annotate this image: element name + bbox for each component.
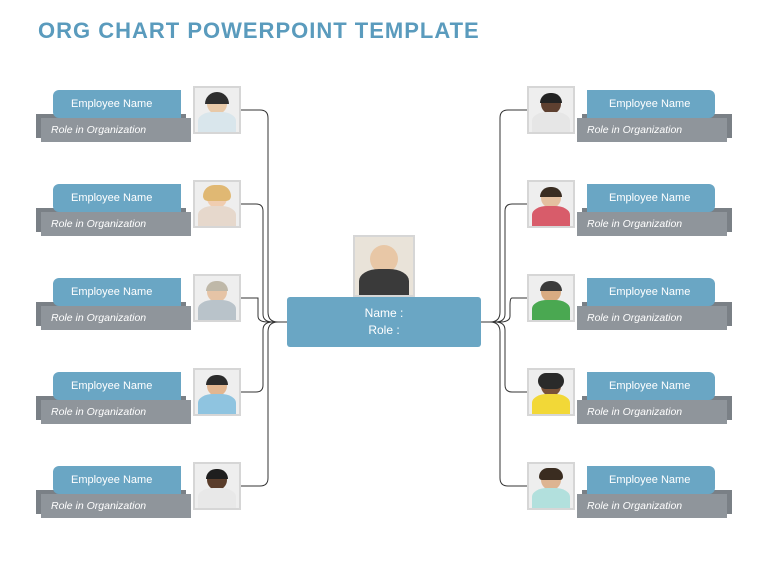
- employee-avatar: [193, 274, 241, 322]
- employee-name: Employee Name: [609, 380, 690, 392]
- employee-name-pill: Employee Name: [587, 372, 715, 400]
- employee-role: Role in Organization: [587, 500, 682, 512]
- employee-role: Role in Organization: [587, 312, 682, 324]
- employee-avatar: [193, 180, 241, 228]
- employee-card: Employee Name Role in Organization: [41, 86, 241, 146]
- employee-card: Employee Name Role in Organization: [41, 274, 241, 334]
- employee-card: Employee Name Role in Organization: [527, 274, 727, 334]
- employee-card: Employee Name Role in Organization: [41, 368, 241, 428]
- employee-avatar: [527, 274, 575, 322]
- employee-avatar: [193, 368, 241, 416]
- employee-role: Role in Organization: [587, 124, 682, 136]
- employee-role-bar: Role in Organization: [577, 118, 727, 142]
- employee-role-bar: Role in Organization: [41, 494, 191, 518]
- center-role-label: Role :: [368, 322, 399, 339]
- employee-name-pill: Employee Name: [53, 90, 181, 118]
- employee-card: Employee Name Role in Organization: [527, 86, 727, 146]
- employee-card: Employee Name Role in Organization: [527, 368, 727, 428]
- employee-name-pill: Employee Name: [587, 278, 715, 306]
- employee-avatar: [193, 462, 241, 510]
- employee-name: Employee Name: [609, 192, 690, 204]
- center-avatar: [353, 235, 415, 297]
- employee-avatar: [527, 368, 575, 416]
- employee-card: Employee Name Role in Organization: [527, 462, 727, 522]
- employee-name-pill: Employee Name: [587, 90, 715, 118]
- employee-role-bar: Role in Organization: [41, 212, 191, 236]
- employee-role: Role in Organization: [51, 406, 146, 418]
- employee-card: Employee Name Role in Organization: [527, 180, 727, 240]
- employee-avatar: [193, 86, 241, 134]
- employee-role: Role in Organization: [51, 500, 146, 512]
- employee-name: Employee Name: [609, 286, 690, 298]
- employee-role: Role in Organization: [587, 218, 682, 230]
- employee-name: Employee Name: [71, 192, 152, 204]
- employee-name-pill: Employee Name: [53, 372, 181, 400]
- employee-role: Role in Organization: [51, 124, 146, 136]
- employee-role: Role in Organization: [51, 312, 146, 324]
- employee-name: Employee Name: [609, 98, 690, 110]
- employee-role-bar: Role in Organization: [577, 400, 727, 424]
- employee-role-bar: Role in Organization: [41, 400, 191, 424]
- employee-name-pill: Employee Name: [53, 466, 181, 494]
- employee-name: Employee Name: [71, 380, 152, 392]
- employee-role: Role in Organization: [587, 406, 682, 418]
- page-title: ORG CHART POWERPOINT TEMPLATE: [38, 18, 480, 44]
- employee-role-bar: Role in Organization: [577, 306, 727, 330]
- employee-card: Employee Name Role in Organization: [41, 462, 241, 522]
- employee-avatar: [527, 180, 575, 228]
- employee-name-pill: Employee Name: [53, 184, 181, 212]
- employee-role-bar: Role in Organization: [41, 118, 191, 142]
- employee-name-pill: Employee Name: [587, 184, 715, 212]
- employee-name: Employee Name: [71, 286, 152, 298]
- employee-name-pill: Employee Name: [53, 278, 181, 306]
- employee-role-bar: Role in Organization: [41, 306, 191, 330]
- employee-role-bar: Role in Organization: [577, 212, 727, 236]
- employee-name: Employee Name: [609, 474, 690, 486]
- employee-avatar: [527, 462, 575, 510]
- employee-name-pill: Employee Name: [587, 466, 715, 494]
- employee-avatar: [527, 86, 575, 134]
- employee-name: Employee Name: [71, 474, 152, 486]
- center-name-label: Name :: [365, 305, 404, 322]
- employee-role-bar: Role in Organization: [577, 494, 727, 518]
- employee-card: Employee Name Role in Organization: [41, 180, 241, 240]
- center-node: Name : Role :: [287, 297, 481, 347]
- employee-role: Role in Organization: [51, 218, 146, 230]
- employee-name: Employee Name: [71, 98, 152, 110]
